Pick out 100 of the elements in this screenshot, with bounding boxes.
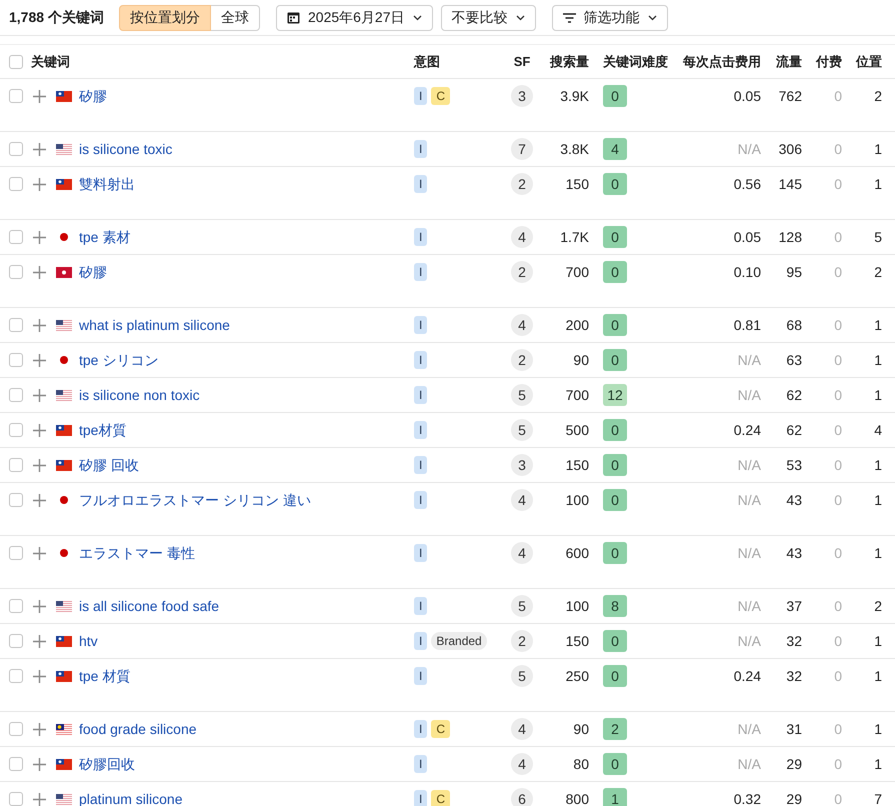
intent-badge: C [431, 87, 450, 105]
intent-badge: I [414, 228, 428, 246]
keyword-link[interactable]: htv [79, 630, 98, 652]
japan-flag-icon [60, 549, 68, 557]
difficulty-badge: 2 [603, 718, 627, 740]
column-header[interactable]: 位置 [842, 52, 882, 72]
row-checkbox[interactable] [9, 230, 23, 244]
position-value: 1 [873, 351, 882, 370]
plus-icon[interactable] [33, 318, 46, 332]
column-header[interactable]: 关键词难度 [589, 52, 675, 72]
cpc-value: N/A [736, 491, 761, 510]
plus-icon[interactable] [33, 388, 46, 402]
plus-icon[interactable] [33, 546, 46, 560]
search-volume: 150 [564, 632, 589, 651]
plus-icon[interactable] [33, 494, 46, 506]
row-checkbox[interactable] [9, 388, 23, 402]
intent-badge: I [414, 175, 428, 193]
row-checkbox[interactable] [9, 423, 23, 437]
select-all-checkbox[interactable] [9, 54, 23, 68]
row-checkbox[interactable] [9, 318, 23, 332]
column-header[interactable]: SF [509, 52, 535, 72]
row-checkbox[interactable] [9, 458, 23, 472]
keyword-link[interactable]: tpe材質 [79, 420, 126, 440]
intent-badge: I [414, 316, 428, 334]
serp-features-count: 2 [511, 173, 533, 195]
plus-icon[interactable] [33, 230, 46, 244]
keyword-link[interactable]: 矽膠 [79, 262, 107, 282]
column-header[interactable]: 关键词 [31, 52, 70, 72]
paid-value: 0 [833, 87, 842, 106]
row-checkbox[interactable] [9, 792, 23, 806]
column-header[interactable]: 搜索量 [535, 52, 589, 72]
compare-dropdown[interactable]: 不要比较 [440, 4, 536, 30]
us-flag-icon [56, 390, 72, 400]
row-checkbox[interactable] [9, 757, 23, 771]
segment-tab[interactable]: 全球 [211, 4, 260, 30]
plus-icon[interactable] [33, 600, 46, 612]
row-checkbox[interactable] [9, 177, 23, 191]
column-header[interactable]: 每次点击费用 [675, 52, 761, 72]
keyword-link[interactable]: tpe 材質 [79, 666, 130, 686]
plus-icon[interactable] [33, 758, 46, 770]
row-checkbox[interactable] [9, 599, 23, 613]
plus-icon[interactable] [33, 634, 46, 648]
difficulty-badge: 0 [603, 489, 627, 511]
keyword-link[interactable]: food grade silicone [79, 718, 197, 740]
search-volume: 800 [564, 790, 589, 806]
plus-icon[interactable] [33, 178, 46, 190]
keyword-link[interactable]: 矽膠回收 [79, 754, 135, 774]
row-checkbox[interactable] [9, 546, 23, 560]
plus-icon[interactable] [33, 90, 46, 102]
difficulty-badge: 0 [603, 630, 627, 652]
serp-features-count: 4 [511, 314, 533, 336]
keyword-link[interactable]: 雙料射出 [79, 174, 135, 194]
paid-value: 0 [833, 228, 842, 247]
plus-icon[interactable] [33, 722, 46, 736]
intent-badge: I [414, 597, 428, 615]
taiwan-flag-icon [56, 670, 72, 682]
paid-value: 0 [833, 720, 842, 739]
cpc-value: N/A [736, 456, 761, 475]
difficulty-badge: 0 [603, 226, 627, 248]
keyword-link[interactable]: tpe シリコン [79, 350, 158, 370]
keyword-link[interactable]: 矽膠 回收 [79, 454, 139, 476]
position-value: 2 [873, 597, 882, 616]
keyword-link[interactable]: フルオロエラストマー シリコン 違い [79, 490, 311, 510]
paid-value: 0 [833, 175, 842, 194]
keyword-link[interactable]: tpe 素材 [79, 226, 130, 248]
us-flag-icon [56, 320, 72, 330]
column-header[interactable]: 意图 [414, 52, 509, 72]
calendar-icon [287, 11, 300, 24]
plus-icon[interactable] [33, 670, 46, 682]
row-checkbox[interactable] [9, 634, 23, 648]
row-checkbox[interactable] [9, 353, 23, 367]
intent-badge: I [414, 491, 428, 509]
keyword-link[interactable]: 矽膠 [79, 86, 107, 106]
plus-icon[interactable] [33, 266, 46, 278]
plus-icon[interactable] [33, 354, 46, 366]
row-checkbox[interactable] [9, 669, 23, 683]
plus-icon[interactable] [33, 458, 46, 472]
keyword-link[interactable]: is silicone toxic [79, 138, 172, 160]
us-flag-icon [56, 600, 72, 612]
filter-dropdown[interactable]: 筛选功能 [552, 4, 668, 30]
difficulty-badge: 0 [603, 173, 627, 195]
column-header[interactable]: 付费 [802, 52, 842, 72]
row-checkbox[interactable] [9, 142, 23, 156]
keyword-link[interactable]: is all silicone food safe [79, 596, 220, 616]
row-checkbox[interactable] [9, 722, 23, 736]
chevron-down-icon [412, 14, 422, 20]
plus-icon[interactable] [33, 424, 46, 436]
date-dropdown[interactable]: 2025年6月27日 [276, 4, 433, 30]
column-header[interactable]: 流量 [761, 52, 802, 72]
keyword-link[interactable]: what is platinum silicone [79, 314, 230, 336]
paid-value: 0 [833, 632, 842, 651]
plus-icon[interactable] [33, 142, 46, 156]
row-checkbox[interactable] [9, 493, 23, 507]
keyword-link[interactable]: is silicone non toxic [79, 384, 200, 406]
plus-icon[interactable] [33, 792, 46, 806]
row-checkbox[interactable] [9, 89, 23, 103]
search-volume: 150 [564, 456, 589, 475]
segment-tab[interactable]: 按位置划分 [119, 4, 211, 30]
row-checkbox[interactable] [9, 265, 23, 279]
keyword-link[interactable]: エラストマー 毒性 [79, 542, 195, 564]
